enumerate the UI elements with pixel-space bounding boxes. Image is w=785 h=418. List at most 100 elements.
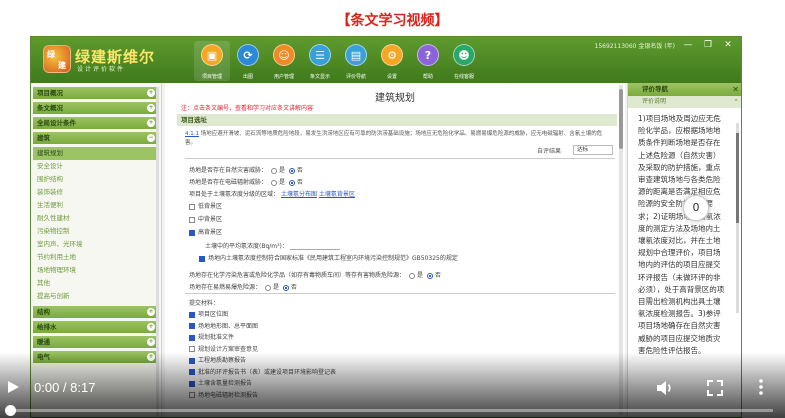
play-icon[interactable]	[6, 380, 20, 394]
radio-yes[interactable]	[264, 284, 271, 291]
clause-body: 场地应避开滑坡、泥石流等地质危险地段，易发生洪涝地区应有可靠的防洪涝基础设施；场…	[185, 131, 603, 146]
top-toolbar: 绿 建 绿建斯维尔 设计评价软件 ▣ 项目管理 ⟳ 出图 ☺ 用户管理 ☰ 条文显示 ▤ 评价导航…	[31, 37, 741, 83]
question-chemical-hazard: 场地存在化学污染危害或危险化学品（如存有毒物质车间）等存有害物质危险源： 是 否	[189, 270, 441, 279]
sidebar-item[interactable]: 建筑规划	[33, 147, 159, 160]
main-scroll-thumb[interactable]	[619, 89, 623, 149]
help-icon: ?	[417, 44, 439, 66]
expand-toggle-icon[interactable]: +	[147, 338, 155, 346]
expand-toggle-icon[interactable]: +	[147, 89, 155, 97]
expand-toggle-icon[interactable]: +	[147, 104, 155, 112]
sidebar-item[interactable]: 安全设计	[33, 160, 159, 173]
settings-icon: ⚙	[381, 44, 403, 66]
radio-no[interactable]	[426, 272, 433, 279]
radon-option: 高背景区	[189, 227, 222, 236]
user-icon: ☺	[273, 44, 295, 66]
radio-no[interactable]	[288, 179, 295, 186]
expand-toggle-icon[interactable]: −	[147, 134, 155, 142]
category-label: 暖通	[37, 338, 50, 346]
document-checkbox[interactable]	[189, 334, 195, 341]
category-label: 条文概况	[37, 104, 63, 112]
toolbar-button[interactable]: ☰ 条文显示	[302, 41, 338, 81]
expand-toggle-icon[interactable]: +	[147, 323, 155, 331]
rating-widget[interactable]: 0 ☆☆☆	[674, 195, 718, 259]
video-progress-bar[interactable]	[12, 409, 773, 412]
radon-average-input[interactable]	[289, 244, 340, 250]
documents-label: 提交材料：	[189, 300, 220, 307]
sidebar-item[interactable]: 场地物理环境	[33, 264, 159, 277]
sidebar-item[interactable]: 室内声、光环境	[33, 238, 159, 251]
panel-title: 评价导航	[642, 85, 668, 93]
expand-toggle-icon[interactable]: +	[147, 119, 155, 127]
document-label: 规划批准文件	[198, 334, 235, 341]
fullscreen-icon[interactable]	[707, 380, 723, 396]
sidebar-category[interactable]: 建筑 −	[33, 132, 159, 144]
volume-icon[interactable]	[656, 380, 674, 396]
radon-standard-checkbox[interactable]	[199, 255, 205, 262]
sidebar-category[interactable]: 给排水 +	[33, 321, 159, 333]
more-options-icon[interactable]	[756, 378, 766, 396]
self-eval-select[interactable]: 达标	[573, 145, 613, 155]
panel-subtitle: 评价说明	[642, 98, 667, 105]
logo-badge-bottom: 建	[58, 61, 66, 70]
toolbar-button[interactable]: ⟳ 出图	[230, 41, 266, 81]
question-em-radiation: 场地是否存在电磁辐射威胁： 是 否	[189, 177, 303, 186]
category-label: 建筑	[37, 134, 50, 142]
toolbar-button[interactable]: ▣ 项目管理	[194, 41, 230, 81]
sidebar-item[interactable]: 提高与创新	[33, 290, 159, 303]
sidebar-item[interactable]: 装饰装修	[33, 186, 159, 199]
sidebar-category[interactable]: 条文概况 +	[33, 102, 159, 114]
document-checkbox[interactable]	[189, 323, 195, 329]
option-label: 是	[278, 167, 285, 174]
radon-checkbox[interactable]	[189, 216, 195, 223]
minimize-button[interactable]: —	[681, 40, 695, 50]
radio-no[interactable]	[282, 284, 289, 291]
rating-stars[interactable]: ☆☆☆	[674, 227, 718, 238]
toolbar-button[interactable]: ▤ 评价导航	[338, 41, 374, 81]
radon-option: 中背景区	[189, 214, 222, 223]
radio-no[interactable]	[288, 167, 295, 174]
toolbar-button[interactable]: ☻ 在线客服	[446, 41, 482, 81]
sidebar-item[interactable]: 污染物控制	[33, 225, 159, 238]
toolbar-button[interactable]: ? 帮助	[410, 41, 446, 81]
radon-checkbox[interactable]	[189, 203, 195, 210]
radio-yes[interactable]	[270, 179, 277, 186]
sidebar-item[interactable]: 其他	[33, 277, 159, 290]
project-icon: ▣	[201, 44, 223, 66]
expand-toggle-icon[interactable]: +	[147, 308, 155, 316]
document-checkbox[interactable]	[189, 311, 195, 318]
sidebar-item[interactable]: 耐久性建材	[33, 212, 159, 225]
video-scrub-handle[interactable]	[5, 405, 16, 416]
close-button[interactable]: ✕	[721, 40, 735, 50]
close-icon[interactable]: ✕	[732, 83, 739, 96]
restore-button[interactable]: ❐	[701, 40, 715, 50]
sidebar-category[interactable]: 暖通 +	[33, 336, 159, 348]
option-label: 是	[272, 284, 279, 291]
document-label: 项目区位图	[198, 311, 229, 318]
radon-option-label: 低背景区	[198, 203, 223, 210]
sidebar-category[interactable]: 项目概况 +	[33, 87, 159, 99]
radon-checkbox[interactable]	[189, 229, 195, 236]
banner: 【条文学习视频】	[0, 0, 785, 36]
chevron-up-icon: ⌃	[733, 98, 739, 106]
category-label: 全局设计条件	[37, 119, 76, 127]
toolbar-button[interactable]: ⚙ 设置	[374, 41, 410, 81]
rating-score: 0	[683, 195, 709, 221]
sidebar-item[interactable]: 围护结构	[33, 173, 159, 186]
category-label: 给排水	[37, 323, 57, 331]
clause-number-link[interactable]: 4.1.1	[185, 131, 199, 137]
radio-yes[interactable]	[408, 272, 415, 279]
output-icon: ⟳	[237, 44, 259, 66]
sidebar-category[interactable]: 全局设计条件 +	[33, 117, 159, 129]
panel-scrollbar[interactable]	[736, 123, 739, 313]
sidebar-item[interactable]: 节约利用土地	[33, 251, 159, 264]
toolbar-button[interactable]: ☺ 用户管理	[266, 41, 302, 81]
radon-map-link[interactable]: 土壤氡分布图	[281, 191, 317, 198]
sidebar-item[interactable]: 生活便利	[33, 199, 159, 212]
panel-subheader[interactable]: 评价说明 ⌃	[628, 96, 741, 108]
self-eval-label: 自评结果	[537, 148, 562, 155]
radon-background-link[interactable]: 土壤氡背景区	[319, 191, 355, 198]
logo-badge: 绿 建	[43, 45, 71, 73]
sidebar-category[interactable]: 结构 +	[33, 306, 159, 318]
radio-yes[interactable]	[270, 167, 277, 174]
panel-scroll-thumb[interactable]	[736, 133, 739, 223]
